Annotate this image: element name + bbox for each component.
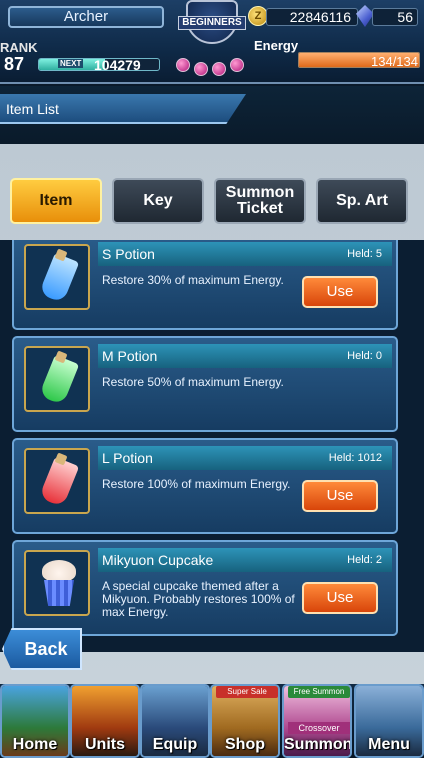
next-label: NEXT <box>58 59 84 68</box>
nav-home[interactable]: Home <box>0 684 70 758</box>
page-title: Item List <box>6 101 59 117</box>
gem-icon <box>194 62 208 76</box>
cupcake-icon <box>24 550 90 616</box>
item-card-mikyuon-cupcake[interactable]: Mikyuon Cupcake Held: 2 A special cupcak… <box>12 540 398 636</box>
potion-bottle <box>38 354 80 406</box>
tab-sp-art[interactable]: Sp. Art <box>316 178 408 224</box>
nav-label: Equip <box>152 736 198 753</box>
tab-item[interactable]: Item <box>10 178 102 224</box>
nav-shop[interactable]: Super Sale Shop <box>210 684 280 758</box>
item-held-count: Held: 5 <box>347 248 382 260</box>
item-held-count: Held: 2 <box>347 554 382 566</box>
item-name: L Potion <box>102 450 153 466</box>
potion-bottle <box>38 456 80 508</box>
super-sale-badge: Super Sale <box>216 686 278 698</box>
nav-menu[interactable]: Menu <box>354 684 424 758</box>
item-name: S Potion <box>102 246 155 262</box>
bottom-nav: Home Units Equip Super Sale Shop Free Su… <box>0 684 424 758</box>
potion-bottle <box>38 252 80 304</box>
item-card-m-potion[interactable]: M Potion Held: 0 Restore 50% of maximum … <box>12 336 398 432</box>
category-tabs: Item Key Summon Ticket Sp. Art <box>10 178 422 224</box>
use-button[interactable]: Use <box>302 276 378 308</box>
energy-value: 134/134 <box>371 54 418 69</box>
coin-count: 22846116 <box>266 8 358 26</box>
item-description: Restore 100% of maximum Energy. <box>102 477 291 491</box>
item-description: Restore 30% of maximum Energy. <box>102 273 284 287</box>
item-name: Mikyuon Cupcake <box>102 552 214 568</box>
nav-label: Home <box>12 736 58 753</box>
item-list[interactable]: S Potion Held: 5 Restore 30% of maximum … <box>0 240 424 652</box>
nav-units[interactable]: Units <box>70 684 140 758</box>
item-held-count: Held: 1012 <box>328 452 382 464</box>
green-potion-icon <box>24 346 90 412</box>
nav-label: Units <box>85 736 125 753</box>
beginners-emblem: BEGINNERS <box>170 0 254 82</box>
next-exp-value: 104279 <box>94 57 141 73</box>
item-held-count: Held: 0 <box>347 350 382 362</box>
nav-label: Menu <box>368 736 410 753</box>
nav-label: Summon <box>284 736 352 753</box>
blue-potion-icon <box>24 244 90 310</box>
free-summon-badge: Free Summon <box>288 686 350 698</box>
back-button[interactable]: Back <box>2 628 82 670</box>
gem-icon <box>212 62 226 76</box>
tab-summon-ticket[interactable]: Summon Ticket <box>214 178 306 224</box>
use-button[interactable]: Use <box>302 582 378 614</box>
energy-label: Energy <box>254 38 299 53</box>
nav-equip[interactable]: Equip <box>140 684 210 758</box>
red-potion-icon <box>24 448 90 514</box>
item-description: Restore 50% of maximum Energy. <box>102 375 284 389</box>
item-description: A special cupcake themed after a Mikyuon… <box>102 579 295 619</box>
item-name: M Potion <box>102 348 158 364</box>
rank-label: RANK <box>0 40 38 55</box>
zel-coin-icon: Z <box>248 6 268 26</box>
use-button[interactable]: Use <box>302 480 378 512</box>
cupcake-cup <box>44 580 74 606</box>
gem-icon <box>230 58 244 72</box>
crystal-count: 56 <box>372 8 418 26</box>
crossover-badge: Crossover <box>288 722 350 734</box>
rank-value: 87 <box>4 54 25 74</box>
player-name: Archer <box>8 6 164 28</box>
tab-key[interactable]: Key <box>112 178 204 224</box>
gem-icon <box>176 58 190 72</box>
item-card-l-potion[interactable]: L Potion Held: 1012 Restore 100% of maxi… <box>12 438 398 534</box>
status-bar: Archer RANK 87 NEXT 104279 BEGINNERS Z 2… <box>0 0 424 84</box>
cupcake-frosting <box>42 560 76 582</box>
emblem-text: BEGINNERS <box>178 16 246 30</box>
item-card-s-potion[interactable]: S Potion Held: 5 Restore 30% of maximum … <box>12 240 398 330</box>
nav-label: Shop <box>225 736 265 753</box>
nav-summon[interactable]: Free Summon Crossover Summon <box>282 684 352 758</box>
